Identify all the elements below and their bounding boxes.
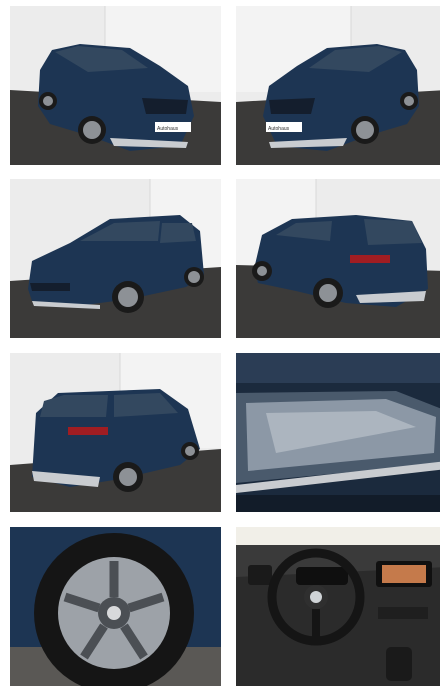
photo-thumbnail-front-three-quarter[interactable] bbox=[10, 179, 221, 338]
photo-thumbnail-rear-left[interactable] bbox=[236, 179, 440, 338]
photo-thumbnail-wheel[interactable] bbox=[10, 527, 221, 686]
car-photo-interior bbox=[236, 527, 440, 686]
photo-thumbnail-rear-three-quarter[interactable] bbox=[10, 353, 221, 512]
car-photo-rear-three-quarter bbox=[10, 353, 221, 512]
car-photo-wheel bbox=[10, 527, 221, 686]
photo-gallery: Autohaus Autohaus bbox=[0, 0, 440, 686]
photo-thumbnail-front-right[interactable]: Autohaus bbox=[236, 6, 440, 165]
photo-thumbnail-headlight[interactable] bbox=[236, 353, 440, 512]
photo-thumbnail-front-left[interactable]: Autohaus bbox=[10, 6, 221, 165]
car-photo-rear-left bbox=[236, 179, 440, 338]
car-photo-front-right: Autohaus bbox=[236, 6, 440, 165]
photo-thumbnail-interior[interactable] bbox=[236, 527, 440, 686]
car-photo-front-three-quarter bbox=[10, 179, 221, 338]
car-photo-front-left: Autohaus bbox=[10, 6, 221, 165]
license-plate-text: Autohaus bbox=[268, 126, 290, 132]
car-photo-headlight bbox=[236, 353, 440, 512]
license-plate-text: Autohaus bbox=[157, 126, 179, 132]
